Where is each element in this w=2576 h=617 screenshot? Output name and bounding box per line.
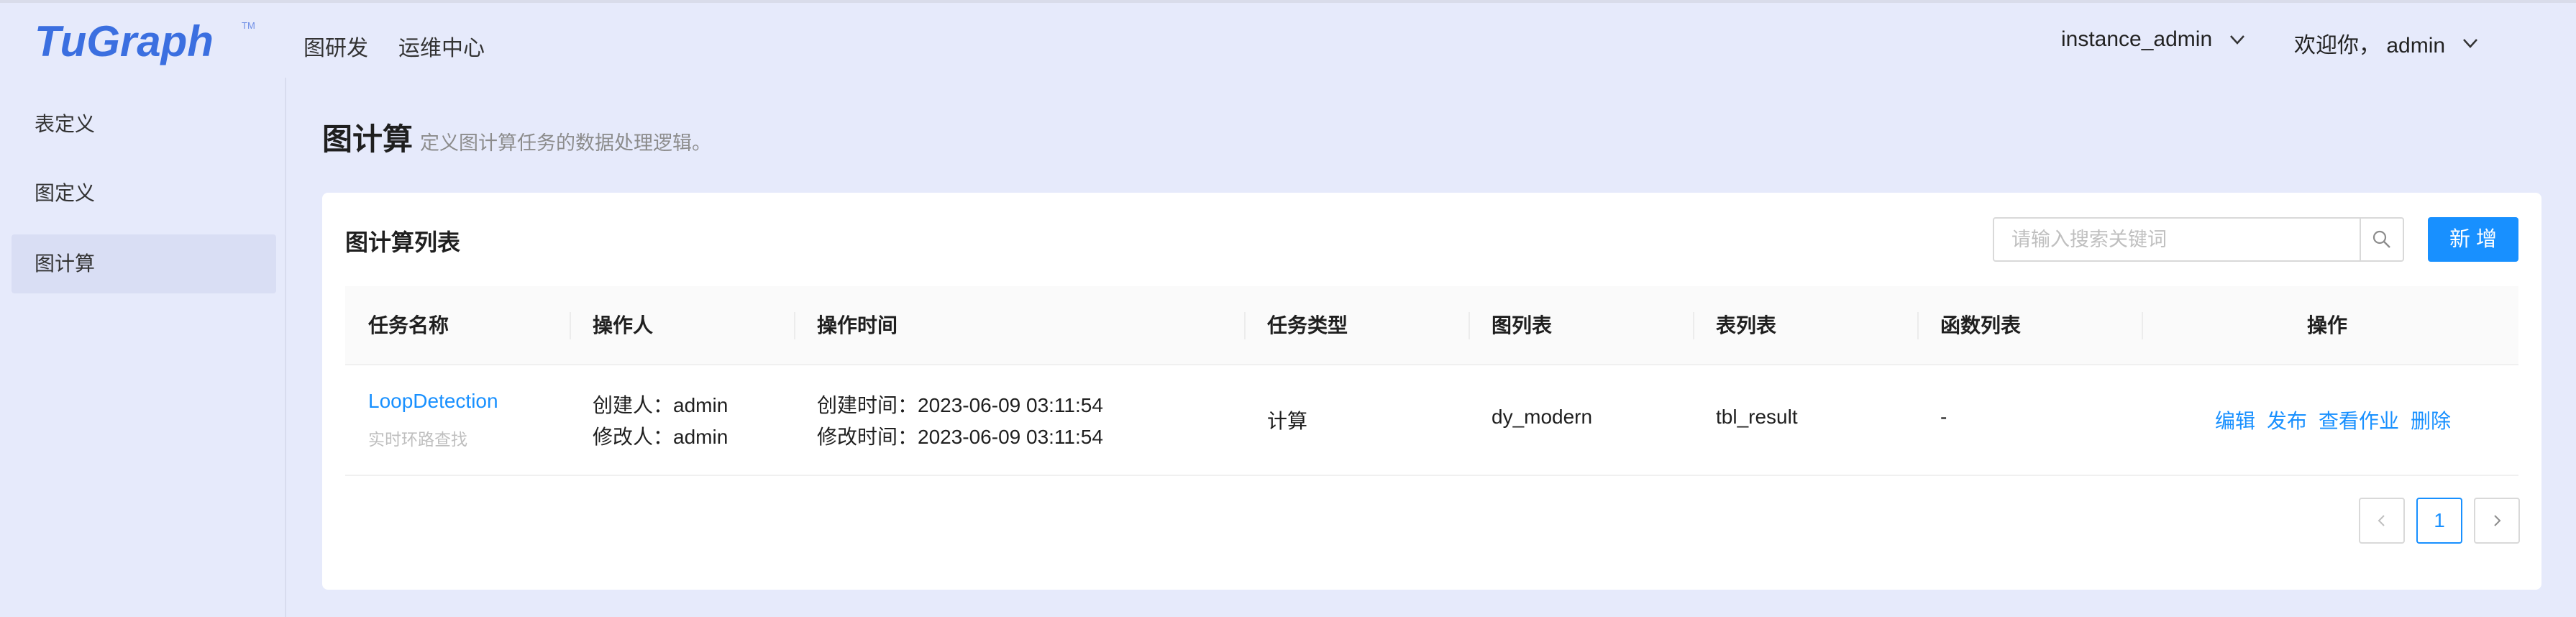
column-header-function-list: 函数列表 [1940, 314, 2022, 337]
created-time-text: 创建时间：2023-06-09 03:11:54 [817, 394, 1103, 416]
column-header-task-name: 任务名称 [368, 314, 449, 337]
task-type-text: 计算 [1267, 410, 1308, 432]
column-divider [1917, 312, 1919, 339]
tugraph-logo[interactable]: TuGraph TM [35, 17, 257, 69]
search-box [1993, 217, 2404, 262]
sidebar-item-graph-compute[interactable]: 图计算 [12, 234, 276, 293]
column-divider [570, 312, 571, 339]
table-header: 任务名称 操作人 操作时间 任务类型 图列表 表列表 函数列表 操作 [345, 286, 2518, 365]
search-button[interactable] [2360, 219, 2403, 260]
chevron-left-icon [2378, 515, 2385, 526]
graph-compute-list-card: 图计算列表 新 增 任务名称 操作人 操作时间 任务类型 图列表 表列表 函数列… [322, 193, 2541, 590]
nav-item-graph-dev[interactable]: 图研发 [303, 30, 368, 62]
column-divider [2142, 312, 2143, 339]
function-list-text: - [1940, 406, 1947, 428]
modifier-text: 修改人：admin [593, 426, 729, 448]
graph-list-text: dy_modern [1492, 406, 1593, 428]
table-row: LoopDetection 实时环路查找 创建人：admin 修改人：admin… [345, 365, 2518, 476]
search-input[interactable] [1994, 219, 2360, 260]
search-icon [2372, 230, 2390, 248]
pagination-prev-button[interactable] [2359, 498, 2405, 544]
column-header-task-type: 任务类型 [1267, 314, 1348, 337]
nav-item-ops-center[interactable]: 运维中心 [398, 30, 485, 62]
publish-link[interactable]: 发布 [2267, 406, 2307, 434]
column-header-operator: 操作人 [593, 314, 654, 337]
column-divider [1244, 312, 1246, 339]
page-title: 图计算 [322, 122, 414, 156]
sidebar-item-table-definition[interactable]: 表定义 [12, 95, 276, 154]
column-divider [794, 312, 795, 339]
svg-text:TM: TM [242, 20, 255, 31]
pagination-page-1[interactable]: 1 [2416, 498, 2462, 544]
welcome-label: 欢迎你， admin [2294, 34, 2446, 58]
column-divider [1693, 312, 1694, 339]
column-divider [1469, 312, 1470, 339]
view-jobs-link[interactable]: 查看作业 [2319, 406, 2399, 434]
sidebar: 表定义 图定义 图计算 [0, 78, 286, 617]
user-dropdown[interactable]: 欢迎你， admin [2294, 27, 2480, 59]
task-description: 实时环路查找 [368, 430, 467, 449]
column-header-table-list: 表列表 [1716, 314, 1777, 337]
chevron-down-icon [2463, 39, 2477, 48]
column-header-graph-list: 图列表 [1492, 314, 1553, 337]
table-list-text: tbl_result [1716, 406, 1798, 428]
column-header-operation-time: 操作时间 [817, 314, 898, 337]
card-title: 图计算列表 [345, 229, 461, 255]
delete-link[interactable]: 删除 [2411, 406, 2451, 434]
task-name-link[interactable]: LoopDetection [368, 390, 498, 413]
chevron-right-icon [2494, 515, 2501, 526]
modified-time-text: 修改时间：2023-06-09 03:11:54 [817, 426, 1103, 448]
add-button[interactable]: 新 增 [2428, 217, 2518, 262]
header: TuGraph TM 图研发 运维中心 instance_admin 欢迎你， … [0, 3, 2576, 78]
svg-text:TuGraph: TuGraph [35, 19, 214, 65]
chevron-down-icon [2230, 35, 2245, 45]
instance-dropdown[interactable]: instance_admin [2061, 27, 2247, 52]
page-description: 定义图计算任务的数据处理逻辑。 [420, 132, 711, 154]
pagination-next-button[interactable] [2474, 498, 2520, 544]
instance-label: instance_admin [2061, 27, 2213, 51]
sidebar-item-graph-definition[interactable]: 图定义 [12, 164, 276, 223]
creator-text: 创建人：admin [593, 394, 729, 416]
column-header-actions: 操作 [2307, 314, 2348, 337]
row-actions: 编辑 发布 查看作业 删除 [2215, 406, 2451, 434]
edit-link[interactable]: 编辑 [2215, 406, 2255, 434]
